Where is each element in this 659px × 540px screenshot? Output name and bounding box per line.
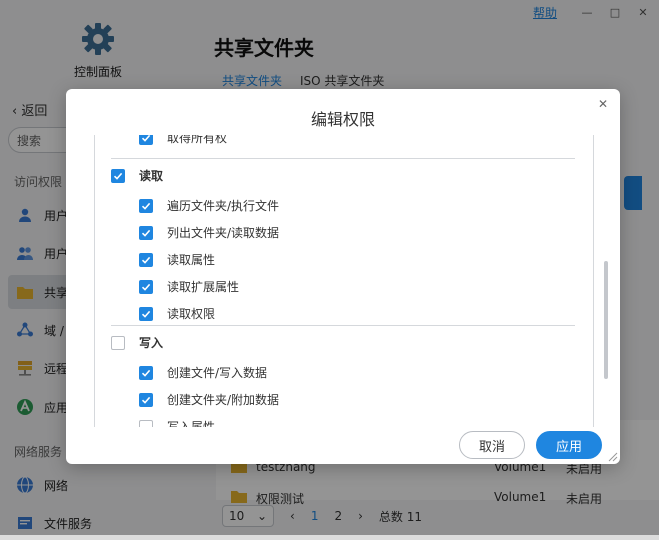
permission-label: 读取权限 [167,307,216,321]
checkbox-checked-icon[interactable] [139,392,153,407]
checkbox-unchecked-icon[interactable] [139,419,153,427]
permission-read-attributes[interactable]: 读取属性 [139,251,215,268]
divider [111,158,575,159]
permission-list-read-data[interactable]: 列出文件夹/读取数据 [139,224,279,241]
checkbox-checked-icon[interactable] [139,306,153,321]
checkbox-checked-icon[interactable] [111,168,125,183]
checkbox-checked-icon[interactable] [139,225,153,240]
checkbox-checked-icon[interactable] [139,198,153,213]
permission-label: 读取 [139,169,164,183]
permission-group-write[interactable]: 写入 [111,334,163,351]
permission-label: 取得所有权 [167,135,228,145]
dialog-title: 编辑权限 [310,110,375,129]
permission-create-files-write-data[interactable]: 创建文件/写入数据 [139,364,267,381]
checkbox-unchecked-icon[interactable] [111,335,125,350]
resize-handle-icon[interactable] [606,450,618,462]
checkbox-checked-icon[interactable] [139,252,153,267]
permission-read-extended-attributes[interactable]: 读取扩展属性 [139,278,239,295]
scrollbar-thumb[interactable] [604,261,608,379]
checkbox-checked-icon[interactable] [139,279,153,294]
permission-traverse-execute[interactable]: 遍历文件夹/执行文件 [139,197,279,214]
permission-label: 写入属性 [167,420,216,427]
permission-label: 创建文件/写入数据 [167,366,268,380]
divider [111,325,575,326]
permission-label: 列出文件夹/读取数据 [167,226,280,240]
permission-group-read[interactable]: 读取 [111,167,163,184]
close-icon[interactable]: ✕ [598,97,608,111]
permission-label: 写入 [139,336,164,350]
permission-create-folders-append-data[interactable]: 创建文件夹/附加数据 [139,391,279,408]
permission-read-permissions[interactable]: 读取权限 [139,305,215,322]
permission-label: 创建文件夹/附加数据 [167,393,280,407]
permission-label: 读取扩展属性 [167,280,240,294]
permission-take-ownership[interactable]: 取得所有权 [139,135,227,146]
apply-button[interactable]: 应用 [536,431,602,459]
permission-label: 读取属性 [167,253,216,267]
edit-permissions-dialog: 编辑权限 ✕ 取得所有权 读取 遍历文件夹/执行文件 列出文件夹/读取数据 读取… [66,89,620,464]
permission-label: 遍历文件夹/执行文件 [167,199,280,213]
permission-list[interactable]: 取得所有权 读取 遍历文件夹/执行文件 列出文件夹/读取数据 读取属性 读取扩展… [94,135,594,427]
checkbox-checked-icon[interactable] [139,365,153,380]
checkbox-checked-icon[interactable] [139,135,153,145]
permission-write-attributes[interactable]: 写入属性 [139,418,215,427]
cancel-button[interactable]: 取消 [459,431,525,459]
